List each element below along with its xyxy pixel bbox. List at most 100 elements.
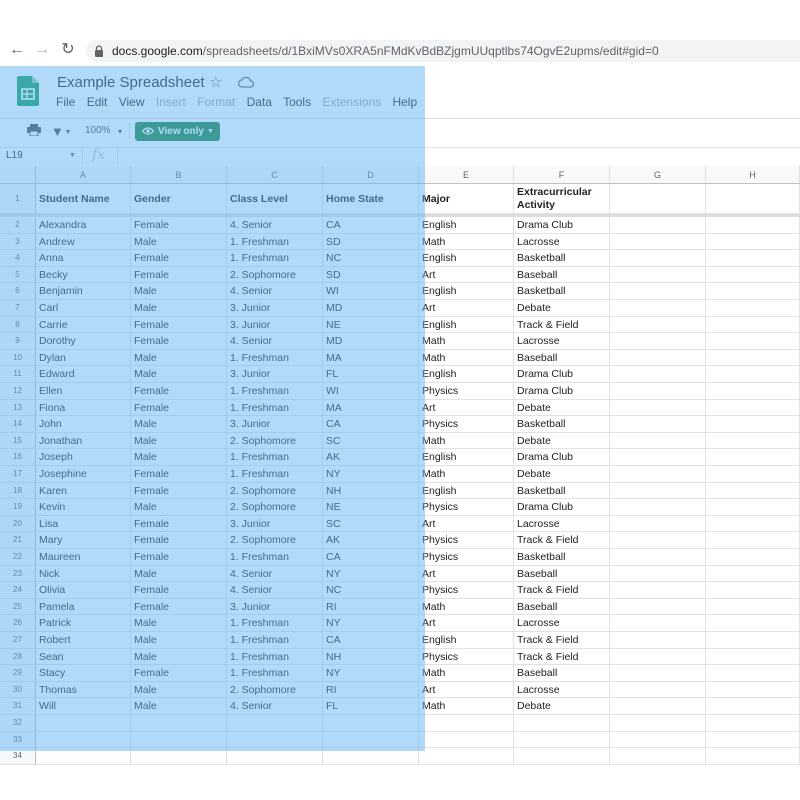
table-cell[interactable]: 3. Junior (227, 416, 323, 433)
table-cell[interactable]: Male (131, 615, 227, 632)
table-cell[interactable]: 1. Freshman (227, 648, 323, 666)
table-cell[interactable]: Maureen (36, 549, 131, 566)
header-cell[interactable]: Class Level (227, 184, 323, 214)
row-header[interactable]: 32 (0, 715, 36, 732)
table-cell[interactable]: Mary (36, 532, 131, 549)
row-header[interactable]: 29 (0, 665, 36, 682)
header-cell[interactable] (610, 184, 706, 214)
table-cell[interactable]: Math (419, 333, 514, 350)
table-cell[interactable] (706, 366, 800, 383)
row-header[interactable]: 24 (0, 582, 36, 599)
table-cell[interactable]: NY (323, 565, 419, 583)
row-header[interactable]: 3 (0, 233, 36, 251)
url-text[interactable]: docs.google.com/spreadsheets/d/1BxiMVs0X… (112, 43, 659, 59)
table-cell[interactable]: Carl (36, 300, 131, 317)
table-cell[interactable] (706, 532, 800, 549)
table-cell[interactable] (610, 333, 706, 350)
table-cell[interactable]: Jonathan (36, 432, 131, 450)
table-cell[interactable]: CA (323, 632, 419, 649)
table-cell[interactable]: Thomas (36, 681, 131, 699)
reload-icon[interactable]: ↻ (58, 40, 78, 60)
table-cell[interactable]: Female (131, 333, 227, 350)
table-cell[interactable] (706, 681, 800, 699)
table-cell[interactable]: 1. Freshman (227, 632, 323, 649)
table-cell[interactable] (610, 283, 706, 300)
table-cell[interactable]: NC (323, 582, 419, 599)
table-cell[interactable]: NY (323, 665, 419, 682)
table-cell[interactable]: 1. Freshman (227, 449, 323, 466)
table-cell[interactable]: 3. Junior (227, 316, 323, 334)
table-cell[interactable]: RI (323, 598, 419, 616)
table-cell[interactable] (706, 515, 800, 533)
arrow-right-icon[interactable]: → (32, 40, 52, 60)
table-cell[interactable]: Physics (419, 416, 514, 433)
table-cell[interactable]: 4. Senior (227, 217, 323, 234)
table-cell[interactable]: John (36, 416, 131, 433)
table-cell[interactable]: Debate (514, 466, 610, 483)
table-cell[interactable]: 4. Senior (227, 582, 323, 599)
table-cell[interactable] (610, 266, 706, 284)
table-cell[interactable]: Lacrosse (514, 681, 610, 699)
table-cell[interactable]: English (419, 632, 514, 649)
table-cell[interactable]: 2. Sophomore (227, 532, 323, 549)
table-cell[interactable]: Karen (36, 482, 131, 500)
table-cell[interactable] (610, 632, 706, 649)
table-cell[interactable] (131, 715, 227, 732)
table-cell[interactable]: Patrick (36, 615, 131, 632)
column-header-f[interactable]: F (514, 166, 610, 184)
table-cell[interactable]: Nick (36, 565, 131, 583)
table-cell[interactable]: Debate (514, 399, 610, 417)
table-cell[interactable]: Track & Field (514, 316, 610, 334)
table-cell[interactable] (706, 432, 800, 450)
row-header[interactable]: 23 (0, 565, 36, 583)
table-cell[interactable] (514, 748, 610, 765)
table-cell[interactable]: 3. Junior (227, 366, 323, 383)
row-header[interactable]: 9 (0, 333, 36, 350)
table-cell[interactable] (610, 665, 706, 682)
table-cell[interactable] (706, 615, 800, 632)
table-cell[interactable]: FL (323, 698, 419, 715)
table-cell[interactable] (610, 748, 706, 765)
row-header[interactable]: 2 (0, 217, 36, 234)
header-cell[interactable]: Student Name (36, 184, 131, 214)
table-cell[interactable] (706, 565, 800, 583)
table-cell[interactable]: Basketball (514, 283, 610, 300)
table-cell[interactable] (706, 217, 800, 234)
table-cell[interactable] (227, 748, 323, 765)
table-cell[interactable] (610, 715, 706, 732)
row-header[interactable]: 7 (0, 300, 36, 317)
table-cell[interactable]: Stacy (36, 665, 131, 682)
table-cell[interactable]: Lacrosse (514, 615, 610, 632)
table-cell[interactable] (227, 715, 323, 732)
table-cell[interactable] (610, 615, 706, 632)
table-cell[interactable]: CA (323, 217, 419, 234)
row-header[interactable]: 33 (0, 731, 36, 749)
table-cell[interactable] (610, 233, 706, 251)
table-cell[interactable]: English (419, 283, 514, 300)
table-cell[interactable]: CA (323, 549, 419, 566)
table-cell[interactable]: CA (323, 416, 419, 433)
table-cell[interactable] (610, 250, 706, 267)
table-cell[interactable]: Math (419, 665, 514, 682)
table-cell[interactable]: Female (131, 383, 227, 400)
table-cell[interactable] (610, 416, 706, 433)
table-cell[interactable]: Drama Club (514, 217, 610, 234)
table-cell[interactable] (610, 366, 706, 383)
table-cell[interactable]: Track & Field (514, 632, 610, 649)
column-header-c[interactable]: C (227, 166, 323, 184)
table-cell[interactable]: Debate (514, 300, 610, 317)
row-header[interactable]: 25 (0, 598, 36, 616)
table-cell[interactable]: Track & Field (514, 532, 610, 549)
table-cell[interactable] (36, 731, 131, 749)
table-cell[interactable]: MA (323, 399, 419, 417)
table-cell[interactable]: English (419, 482, 514, 500)
table-cell[interactable]: SC (323, 432, 419, 450)
header-cell[interactable]: Gender (131, 184, 227, 214)
table-cell[interactable]: 2. Sophomore (227, 266, 323, 284)
table-cell[interactable] (706, 349, 800, 367)
table-cell[interactable]: 3. Junior (227, 515, 323, 533)
table-cell[interactable]: 3. Junior (227, 300, 323, 317)
table-cell[interactable] (706, 582, 800, 599)
table-cell[interactable]: SD (323, 233, 419, 251)
table-cell[interactable]: NC (323, 250, 419, 267)
